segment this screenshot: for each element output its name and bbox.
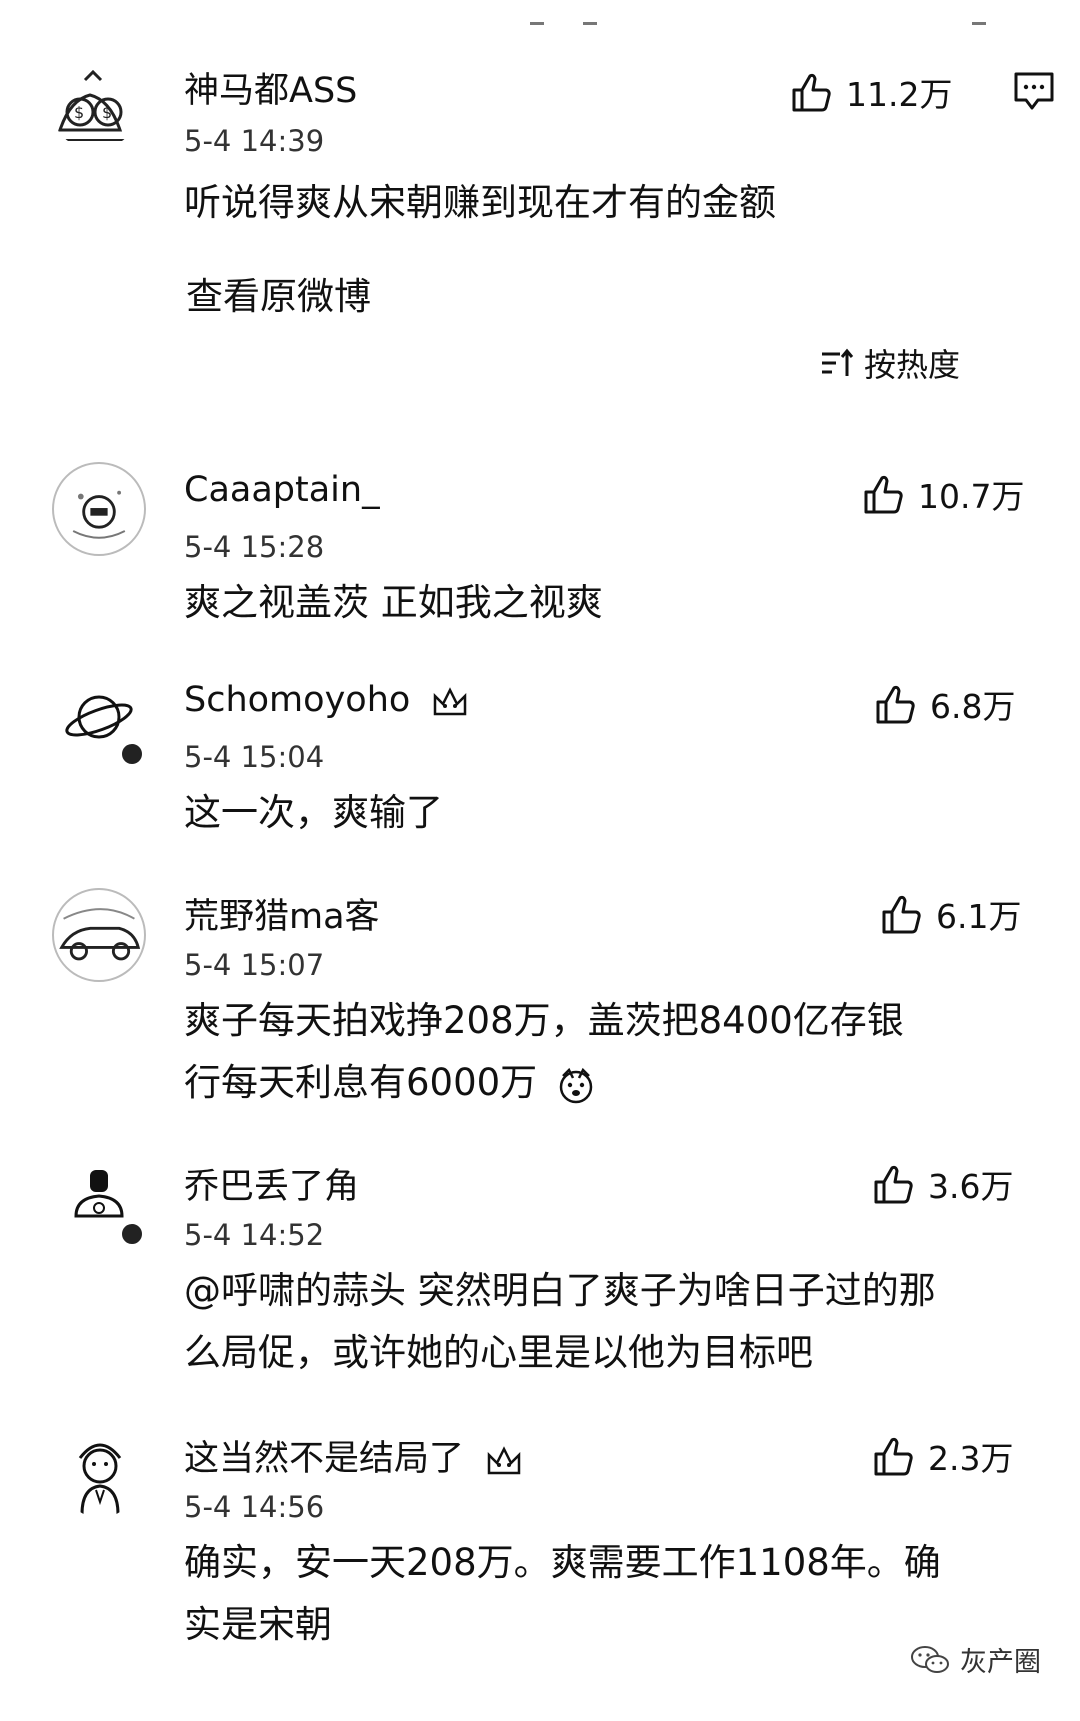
- avatar[interactable]: [62, 1158, 136, 1232]
- comment-text-line2: 么局促，或许她的心里是以他为目标吧: [184, 1331, 813, 1374]
- sort-icon: [821, 348, 854, 376]
- comment-text-line1: @呼啸的蒜头 突然明白了爽子为啥日子过的那: [184, 1269, 936, 1312]
- status-dash: [583, 22, 597, 25]
- avatar[interactable]: [52, 888, 146, 982]
- comment-time: 5-4 15:07: [184, 948, 325, 982]
- comment-author-name[interactable]: 这当然不是结局了: [184, 1430, 523, 1481]
- comment-text: 这一次，爽输了: [184, 791, 443, 834]
- comment-icon[interactable]: [1012, 68, 1056, 112]
- svg-text:$: $: [102, 103, 112, 122]
- sort-by-hot-button[interactable]: 按热度: [820, 340, 960, 386]
- comment-text-line1: 确实，安一天208万。爽需要工作1108年。确: [184, 1541, 941, 1584]
- comment-text-line2: 行每天利息有6000万: [184, 1052, 595, 1114]
- comment-text-line2: 实是宋朝: [184, 1603, 332, 1646]
- status-dash: [972, 22, 986, 25]
- comment-like-count: 10.7万: [918, 477, 1025, 516]
- comment-time: 5-4 14:56: [184, 1490, 325, 1524]
- comment-like-count: 6.8万: [930, 687, 1016, 726]
- thumbs-up-icon: [874, 1165, 913, 1204]
- comment-like-count: 3.6万: [928, 1167, 1014, 1206]
- comment-author-name[interactable]: 荒野猎ma客: [184, 888, 380, 939]
- post-like-button[interactable]: 11.2万: [790, 68, 952, 116]
- dog-face-emoji: [559, 1067, 593, 1103]
- thumbs-up-icon: [864, 475, 903, 514]
- sort-label: 按热度: [863, 346, 960, 384]
- avatar[interactable]: [52, 462, 146, 556]
- comment-text-line1: 爽子每天拍戏挣208万，盖茨把8400亿存银: [184, 999, 904, 1042]
- comment-time: 5-4 15:04: [184, 740, 325, 774]
- verified-badge: [120, 1222, 144, 1246]
- post-text: 听说得爽从宋朝赚到现在才有的金额: [184, 181, 776, 224]
- verified-badge: [120, 742, 144, 766]
- post-time: 5-4 14:39: [184, 124, 325, 158]
- comment-time: 5-4 15:28: [184, 530, 325, 564]
- comment-author-name[interactable]: Caaaptain_: [184, 470, 380, 510]
- avatar[interactable]: [60, 1428, 140, 1518]
- status-dash: [530, 22, 544, 25]
- wechat-icon: [911, 1645, 949, 1673]
- comment-like-count: 6.1万: [936, 897, 1022, 936]
- thumbs-up-icon: [876, 685, 915, 724]
- thumbs-up-icon: [792, 73, 831, 112]
- comment-like-button[interactable]: 3.6万: [872, 1160, 1013, 1208]
- comment-time: 5-4 14:52: [184, 1218, 325, 1252]
- watermark-text: 灰产圈: [960, 1647, 1041, 1678]
- view-original-link[interactable]: 查看原微博: [186, 266, 371, 320]
- crown-badge-icon: [434, 687, 467, 716]
- comment-like-button[interactable]: 2.3万: [872, 1432, 1013, 1480]
- comment-like-button[interactable]: 6.1万: [880, 890, 1021, 938]
- comment-author-name[interactable]: 乔巴丢了角: [184, 1158, 359, 1209]
- comment-like-button[interactable]: 10.7万: [862, 470, 1024, 518]
- post-like-count: 11.2万: [846, 75, 953, 114]
- post-author-avatar[interactable]: $ $: [50, 60, 140, 150]
- crown-badge-icon: [487, 1446, 521, 1475]
- svg-text:$: $: [74, 103, 84, 122]
- thumbs-up-icon: [882, 895, 921, 934]
- comment-like-button[interactable]: 6.8万: [874, 680, 1015, 728]
- comment-author-name[interactable]: Schomoyoho: [184, 680, 469, 720]
- weibo-comment-page: $ $ 神马都ASS 5-4 14:39 11.2万 听说得爽从宋朝赚到现在才有…: [0, 0, 1080, 1721]
- thumbs-up-icon: [874, 1437, 913, 1476]
- comment-like-count: 2.3万: [928, 1439, 1014, 1478]
- watermark: 灰产圈: [910, 1640, 1041, 1679]
- post-author-name[interactable]: 神马都ASS: [184, 62, 357, 113]
- comment-text: 爽之视盖茨 正如我之视爽: [184, 581, 603, 624]
